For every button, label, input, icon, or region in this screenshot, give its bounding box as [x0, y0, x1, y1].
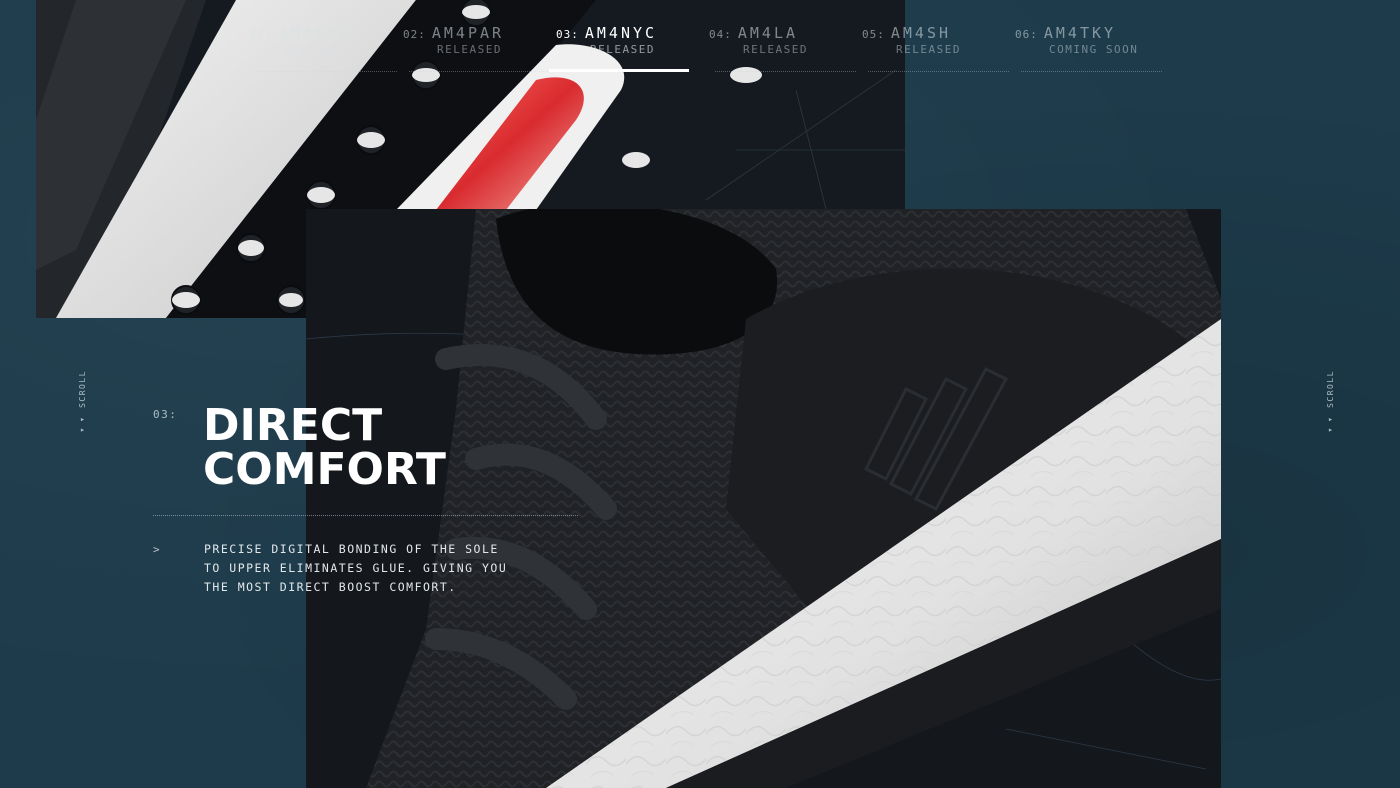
nav-item-am4sh[interactable]: 05: AM4SH RELEASED [862, 24, 1015, 72]
nav-item-am4par[interactable]: 02: AM4PAR RELEASED [403, 24, 556, 72]
scroll-indicator-right[interactable]: ◂◂ SCROLL [1326, 370, 1335, 435]
nav-item-name: AM4PAR [431, 24, 505, 42]
nav-item-status: RELEASED [284, 43, 349, 56]
nav-item-divider [1021, 71, 1162, 72]
nav-item-name: AM4NYC [584, 24, 658, 42]
nav-item-name: AM4LA [737, 24, 799, 42]
nav-item-number: 06: [1015, 28, 1038, 41]
shoe-heel-image [306, 209, 1221, 788]
nav-item-number: 03: [556, 28, 579, 41]
nav-item-divider [868, 71, 1009, 72]
headline-line-1: DIRECT [203, 400, 383, 451]
nav-item-status: RELEASED [896, 43, 961, 56]
nav-item-am4tky[interactable]: 06: AM4TKY COMING SOON [1015, 24, 1168, 72]
nav-item-number: 02: [403, 28, 426, 41]
description-line-2: TO UPPER ELIMINATES GLUE. GIVING YOU [204, 561, 508, 575]
bullet-chevron: > [153, 543, 160, 556]
nav-item-am4la[interactable]: 04: AM4LA RELEASED [709, 24, 862, 72]
nav-item-number: 05: [862, 28, 885, 41]
description-line-1: PRECISE DIGITAL BONDING OF THE SOLE [204, 542, 499, 556]
nav-item-am4nyc[interactable]: 03: AM4NYC RELEASED [549, 24, 709, 72]
nav-item-name: AM4LDN [278, 24, 352, 42]
dotted-divider [153, 515, 578, 516]
nav-item-status: RELEASED [743, 43, 808, 56]
nav-item-divider [409, 71, 550, 72]
nav-item-am4ldn[interactable]: 01: AM4LDN RELEASED [250, 24, 403, 72]
headline-line-2: COMFORT [203, 444, 446, 495]
feature-description: PRECISE DIGITAL BONDING OF THE SOLE TO U… [204, 540, 508, 597]
nav-item-number: 01: [250, 28, 273, 41]
nav-item-status: RELEASED [437, 43, 502, 56]
description-line-3: THE MOST DIRECT BOOST COMFORT. [204, 580, 457, 594]
nav-item-name: AM4TKY [1043, 24, 1117, 42]
collection-nav: 01: AM4LDN RELEASED 02: AM4PAR RELEASED … [250, 24, 1168, 72]
nav-item-divider [256, 71, 397, 72]
nav-item-name: AM4SH [890, 24, 952, 42]
feature-headline: DIRECT COMFORT [203, 404, 446, 492]
nav-item-status: RELEASED [590, 43, 655, 56]
active-indicator [549, 69, 689, 72]
nav-item-divider [715, 71, 856, 72]
nav-item-status: COMING SOON [1049, 43, 1139, 56]
nav-item-number: 04: [709, 28, 732, 41]
scroll-indicator-left[interactable]: ◂◂ SCROLL [78, 370, 87, 435]
section-number: 03: [153, 408, 178, 421]
